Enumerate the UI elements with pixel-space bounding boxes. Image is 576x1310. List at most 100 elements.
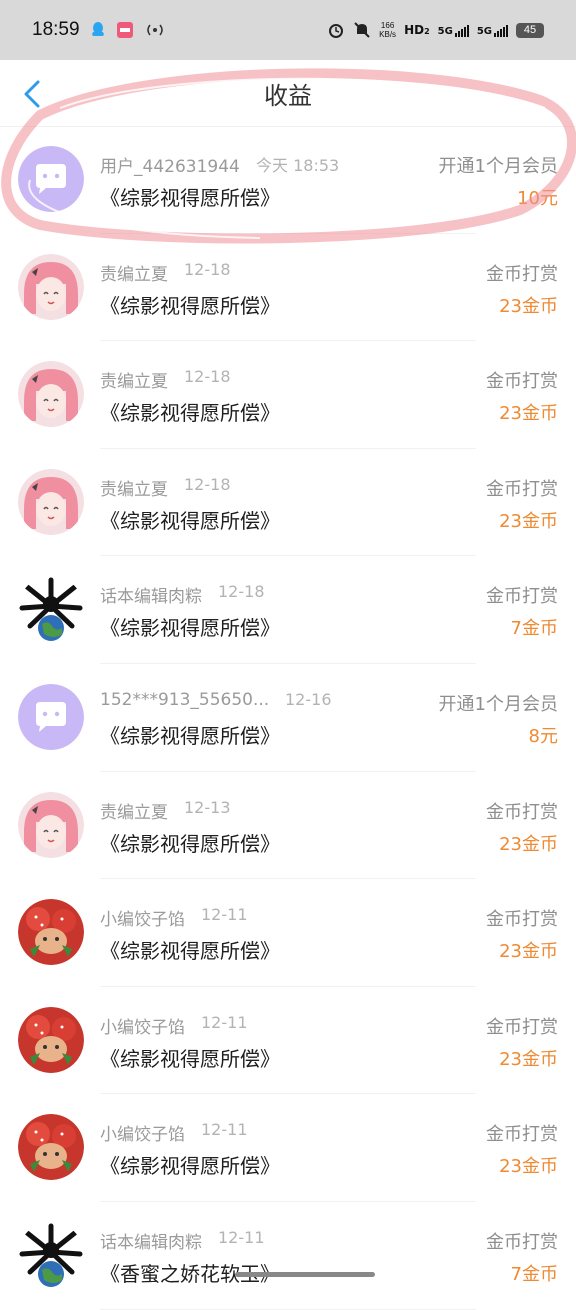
user-avatar[interactable] bbox=[18, 1114, 84, 1181]
sender-name: 话本编辑肉粽 bbox=[100, 587, 202, 608]
income-record-row[interactable]: 责编立夏 12-18 《综影视得愿所偿》 金币打赏 23金币 bbox=[0, 234, 576, 342]
home-indicator[interactable] bbox=[235, 1272, 375, 1277]
work-title: 《综影视得愿所偿》 bbox=[100, 723, 280, 748]
income-type: 金币打赏 bbox=[486, 1016, 558, 1038]
user-avatar[interactable] bbox=[18, 576, 84, 643]
income-type: 金币打赏 bbox=[486, 263, 558, 285]
record-date: 12-18 bbox=[184, 367, 231, 387]
row-divider bbox=[100, 1308, 476, 1310]
income-type: 金币打赏 bbox=[486, 371, 558, 393]
income-amount: 7金币 bbox=[510, 618, 558, 640]
income-record-row[interactable]: 责编立夏 12-18 《综影视得愿所偿》 金币打赏 23金币 bbox=[0, 449, 576, 557]
status-bar: 18:59 166 KB/s HD2 5G 5G 45 bbox=[0, 0, 576, 60]
net-type-1: 5G bbox=[437, 26, 453, 37]
sender-name: 话本编辑肉粽 bbox=[100, 1232, 202, 1253]
sender-name: 小编饺子馅 bbox=[100, 1017, 185, 1038]
back-arrow-icon[interactable] bbox=[18, 78, 48, 110]
network-speed: 166 KB/s bbox=[379, 21, 396, 39]
net-type-2: 5G bbox=[476, 26, 492, 37]
battery-icon: 45 bbox=[516, 22, 544, 38]
sender-name: 用户_442631944 bbox=[100, 157, 240, 177]
income-amount: 23金币 bbox=[499, 833, 558, 855]
hd-badge: HD2 bbox=[404, 23, 430, 37]
record-date: 12-13 bbox=[184, 797, 231, 817]
income-record-row[interactable]: 用户_442631944 今天 18:53 《综影视得愿所偿》 开通1个月会员 10元 bbox=[0, 126, 576, 234]
work-title: 《综影视得愿所偿》 bbox=[100, 293, 280, 318]
work-title: 《综影视得愿所偿》 bbox=[100, 1154, 280, 1179]
sender-name: 152***913_55650... bbox=[100, 689, 270, 710]
user-avatar[interactable] bbox=[18, 468, 84, 535]
income-type: 开通1个月会员 bbox=[438, 156, 558, 177]
income-amount: 23金币 bbox=[499, 1156, 558, 1178]
signal-bars-1-icon bbox=[454, 23, 469, 37]
user-avatar[interactable] bbox=[18, 1006, 84, 1073]
app-notification-icon bbox=[116, 22, 133, 38]
sender-name: 小编饺子馅 bbox=[100, 1125, 185, 1146]
income-amount: 23金币 bbox=[499, 295, 558, 317]
income-record-row[interactable]: 话本编辑肉粽 12-11 《香蜜之娇花软玉》 金币打赏 7金币 bbox=[0, 1202, 576, 1310]
income-record-row[interactable]: 小编饺子馅 12-11 《综影视得愿所偿》 金币打赏 23金币 bbox=[0, 1094, 576, 1202]
income-amount: 23金币 bbox=[499, 403, 558, 425]
income-type: 金币打赏 bbox=[486, 1231, 558, 1253]
work-title: 《综影视得愿所偿》 bbox=[100, 401, 280, 426]
signal-bars-2-icon bbox=[494, 23, 508, 37]
work-title: 《综影视得愿所偿》 bbox=[100, 616, 280, 641]
income-type: 金币打赏 bbox=[486, 478, 558, 500]
sender-name: 责编立夏 bbox=[100, 372, 168, 393]
income-list: 用户_442631944 今天 18:53 《综影视得愿所偿》 开通1个月会员 10元责… bbox=[0, 126, 576, 1310]
page-title: 收益 bbox=[264, 81, 312, 110]
user-avatar[interactable] bbox=[18, 146, 84, 212]
income-type: 金币打赏 bbox=[486, 586, 558, 608]
sender-name: 小编饺子馅 bbox=[100, 910, 185, 931]
nav-header: 收益 bbox=[0, 60, 576, 127]
status-time: 18:59 bbox=[32, 19, 80, 40]
network-speed-value: 166 bbox=[380, 21, 395, 30]
user-avatar[interactable] bbox=[18, 791, 84, 858]
record-date: 12-18 bbox=[184, 259, 231, 279]
status-left: 18:59 bbox=[32, 19, 166, 41]
record-date: 12-11 bbox=[201, 1012, 248, 1032]
user-avatar[interactable] bbox=[18, 361, 84, 428]
record-date: 12-11 bbox=[218, 1227, 265, 1247]
user-avatar[interactable] bbox=[18, 899, 84, 966]
income-amount: 23金币 bbox=[499, 941, 558, 963]
work-title: 《综影视得愿所偿》 bbox=[100, 939, 280, 964]
work-title: 《综影视得愿所偿》 bbox=[100, 186, 280, 210]
signal-1: 5G bbox=[438, 23, 469, 37]
alarm-icon bbox=[329, 24, 344, 38]
income-record-row[interactable]: 话本编辑肉粽 12-18 《综影视得愿所偿》 金币打赏 7金币 bbox=[0, 556, 576, 664]
status-right: 166 KB/s HD2 5G 5G 45 bbox=[327, 21, 544, 39]
income-record-row[interactable]: 152***913_55650... 12-16 《综影视得愿所偿》 开通1个月会员 8… bbox=[0, 664, 576, 772]
work-title: 《综影视得愿所偿》 bbox=[100, 831, 280, 856]
sender-name: 责编立夏 bbox=[100, 264, 168, 285]
user-avatar[interactable] bbox=[18, 683, 84, 750]
income-record-row[interactable]: 责编立夏 12-18 《综影视得愿所偿》 金币打赏 23金币 bbox=[0, 341, 576, 449]
signal-2: 5G bbox=[477, 23, 508, 37]
network-speed-unit: KB/s bbox=[379, 30, 397, 39]
income-amount: 7金币 bbox=[510, 1263, 558, 1285]
user-avatar[interactable] bbox=[18, 1221, 84, 1288]
work-title: 《综影视得愿所偿》 bbox=[100, 508, 280, 533]
income-amount: 8元 bbox=[528, 725, 558, 747]
income-type: 金币打赏 bbox=[486, 1124, 558, 1146]
income-record-row[interactable]: 责编立夏 12-13 《综影视得愿所偿》 金币打赏 23金币 bbox=[0, 772, 576, 880]
income-record-row[interactable]: 小编饺子馅 12-11 《综影视得愿所偿》 金币打赏 23金币 bbox=[0, 987, 576, 1095]
income-amount: 23金币 bbox=[499, 1048, 558, 1070]
income-type: 金币打赏 bbox=[486, 909, 558, 931]
record-date: 今天 18:53 bbox=[256, 156, 340, 175]
user-avatar[interactable] bbox=[18, 253, 84, 320]
sender-name: 责编立夏 bbox=[100, 479, 168, 500]
income-type: 开通1个月会员 bbox=[438, 693, 558, 715]
income-amount: 23金币 bbox=[499, 510, 558, 532]
work-title: 《综影视得愿所偿》 bbox=[100, 1046, 280, 1071]
record-date: 12-18 bbox=[184, 474, 231, 494]
record-date: 12-18 bbox=[218, 582, 265, 602]
hotspot-icon bbox=[146, 24, 163, 36]
income-record-row[interactable]: 小编饺子馅 12-11 《综影视得愿所偿》 金币打赏 23金币 bbox=[0, 879, 576, 987]
hd-sub: 2 bbox=[424, 27, 430, 36]
qq-icon bbox=[91, 22, 104, 36]
sender-name: 责编立夏 bbox=[100, 802, 168, 823]
mute-bell-icon bbox=[354, 22, 370, 38]
record-date: 12-16 bbox=[285, 689, 332, 709]
income-amount: 10元 bbox=[517, 188, 558, 209]
